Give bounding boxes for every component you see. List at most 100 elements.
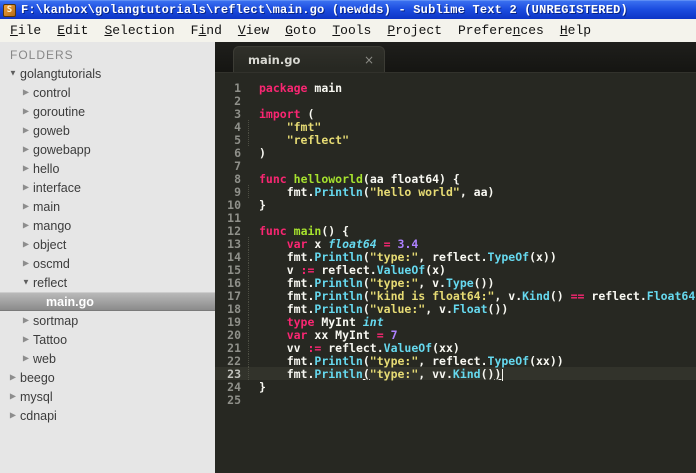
chevron-right-icon[interactable]: ▶ [19, 221, 33, 230]
code-line-3[interactable]: 3 import ( [215, 107, 696, 121]
code-line-14[interactable]: 14 fmt.Println("type:", reflect.TypeOf(x… [215, 250, 696, 264]
sidebar-item-control[interactable]: ▶ control [0, 83, 215, 102]
code-line-6[interactable]: 6) [215, 146, 696, 160]
line-number: 20 [227, 328, 241, 342]
code-line-22[interactable]: 22 fmt.Println("type:", reflect.TypeOf(x… [215, 354, 696, 368]
chevron-right-icon[interactable]: ▶ [6, 392, 20, 401]
menu-selection[interactable]: Selection [96, 21, 182, 40]
menu-view[interactable]: View [230, 21, 277, 40]
line-number: 5 [234, 133, 241, 147]
line-number: 24 [227, 380, 241, 394]
sidebar-item-label: main.go [46, 294, 94, 309]
indent-guide [248, 263, 249, 276]
sidebar-item-hello[interactable]: ▶ hello [0, 159, 215, 178]
code-text: import ( [259, 107, 315, 121]
line-number: 15 [227, 263, 241, 277]
line-number: 7 [234, 159, 241, 173]
code-line-18[interactable]: 18 fmt.Println("value:", v.Float()) [215, 302, 696, 316]
code-line-16[interactable]: 16 fmt.Println("type:", v.Type()) [215, 276, 696, 290]
chevron-right-icon[interactable]: ▶ [19, 259, 33, 268]
sidebar-item-label: web [33, 351, 56, 366]
sidebar-item-label: sortmap [33, 313, 79, 328]
chevron-right-icon[interactable]: ▶ [19, 145, 33, 154]
sidebar-item-reflect[interactable]: ▼ reflect [0, 273, 215, 292]
sidebar-item-interface[interactable]: ▶ interface [0, 178, 215, 197]
chevron-right-icon[interactable]: ▶ [19, 354, 33, 363]
sidebar-item-oscmd[interactable]: ▶ oscmd [0, 254, 215, 273]
code-line-21[interactable]: 21 vv := reflect.ValueOf(xx) [215, 341, 696, 355]
code-area[interactable]: 1 package main 2 3 import (4 "fmt" 5 "reflect… [215, 73, 696, 473]
code-line-25[interactable]: 25 [215, 393, 696, 407]
line-number: 9 [234, 185, 241, 199]
chevron-right-icon[interactable]: ▶ [19, 335, 33, 344]
tab-main-go[interactable]: main.go × [233, 46, 385, 72]
code-line-15[interactable]: 15 v := reflect.ValueOf(x) [215, 263, 696, 277]
sidebar-item-mango[interactable]: ▶ mango [0, 216, 215, 235]
sidebar-item-goroutine[interactable]: ▶ goroutine [0, 102, 215, 121]
sidebar-item-gowebapp[interactable]: ▶ gowebapp [0, 140, 215, 159]
menu-project[interactable]: Project [379, 21, 450, 40]
sidebar-item-mysql[interactable]: ▶ mysql [0, 387, 215, 406]
chevron-right-icon[interactable]: ▶ [19, 183, 33, 192]
chevron-down-icon[interactable]: ▼ [19, 278, 33, 287]
sidebar-item-tattoo[interactable]: ▶ Tattoo [0, 330, 215, 349]
chevron-right-icon[interactable]: ▶ [19, 107, 33, 116]
sidebar-item-web[interactable]: ▶ web [0, 349, 215, 368]
code-line-9[interactable]: 9 fmt.Println("hello world", aa) [215, 185, 696, 199]
chevron-right-icon[interactable]: ▶ [6, 411, 20, 420]
code-line-11[interactable]: 11 [215, 211, 696, 225]
code-line-5[interactable]: 5 "reflect" [215, 133, 696, 147]
menu-file[interactable]: File [2, 21, 49, 40]
close-icon[interactable]: × [364, 53, 374, 67]
menu-goto[interactable]: Goto [277, 21, 324, 40]
code-line-19[interactable]: 19 type MyInt int [215, 315, 696, 329]
code-text: fmt.Println("hello world", aa) [245, 185, 696, 199]
indent-guide [248, 250, 249, 263]
code-line-24[interactable]: 24} [215, 380, 696, 394]
chevron-right-icon[interactable]: ▶ [6, 373, 20, 382]
code-line-7[interactable]: 7 [215, 159, 696, 173]
chevron-right-icon[interactable]: ▶ [19, 316, 33, 325]
line-number: 10 [227, 198, 241, 212]
code-line-20[interactable]: 20 var xx MyInt = 7 [215, 328, 696, 342]
menu-help[interactable]: Help [552, 21, 599, 40]
code-line-17[interactable]: 17 fmt.Println("kind is float64:", v.Kin… [215, 289, 696, 303]
menu-preferences[interactable]: Preferences [450, 21, 552, 40]
chevron-right-icon[interactable]: ▶ [19, 126, 33, 135]
menu-tools[interactable]: Tools [324, 21, 379, 40]
code-line-4[interactable]: 4 "fmt" [215, 120, 696, 134]
chevron-down-icon[interactable]: ▼ [6, 69, 20, 78]
chevron-right-icon[interactable]: ▶ [19, 240, 33, 249]
code-line-12[interactable]: 12 func main() { [215, 224, 696, 238]
menu-find[interactable]: Find [183, 21, 230, 40]
line-number: 6 [234, 146, 241, 160]
menu-edit[interactable]: Edit [49, 21, 96, 40]
code-text: package main [259, 81, 343, 95]
indent-guide [248, 302, 249, 315]
sidebar-item-main[interactable]: ▶ main [0, 197, 215, 216]
sidebar-item-beego[interactable]: ▶ beego [0, 368, 215, 387]
sidebar-item-label: cdnapi [20, 408, 57, 423]
sidebar-item-object[interactable]: ▶ object [0, 235, 215, 254]
chevron-right-icon[interactable]: ▶ [19, 202, 33, 211]
chevron-right-icon[interactable]: ▶ [19, 88, 33, 97]
code-text: fmt.Println("type:", reflect.TypeOf(x)) [245, 250, 696, 264]
code-line-2[interactable]: 2 [215, 94, 696, 108]
sidebar-item-label: goweb [33, 123, 70, 138]
code-text: } [259, 198, 266, 212]
sidebar-item-goweb[interactable]: ▶ goweb [0, 121, 215, 140]
line-number: 23 [227, 367, 241, 381]
sidebar-item-golangtutorials[interactable]: ▼ golangtutorials [0, 64, 215, 83]
code-line-1[interactable]: 1 package main [215, 81, 696, 95]
code-line-10[interactable]: 10} [215, 198, 696, 212]
sidebar-item-main-go[interactable]: main.go [0, 292, 215, 311]
indent-guide [248, 276, 249, 289]
sidebar-item-sortmap[interactable]: ▶ sortmap [0, 311, 215, 330]
code-line-23[interactable]: 23 fmt.Println("type:", vv.Kind()) [215, 367, 696, 381]
code-line-8[interactable]: 8 func helloworld(aa float64) { [215, 172, 696, 186]
chevron-right-icon[interactable]: ▶ [19, 164, 33, 173]
sidebar-item-cdnapi[interactable]: ▶ cdnapi [0, 406, 215, 425]
code-line-13[interactable]: 13 var x float64 = 3.4 [215, 237, 696, 251]
